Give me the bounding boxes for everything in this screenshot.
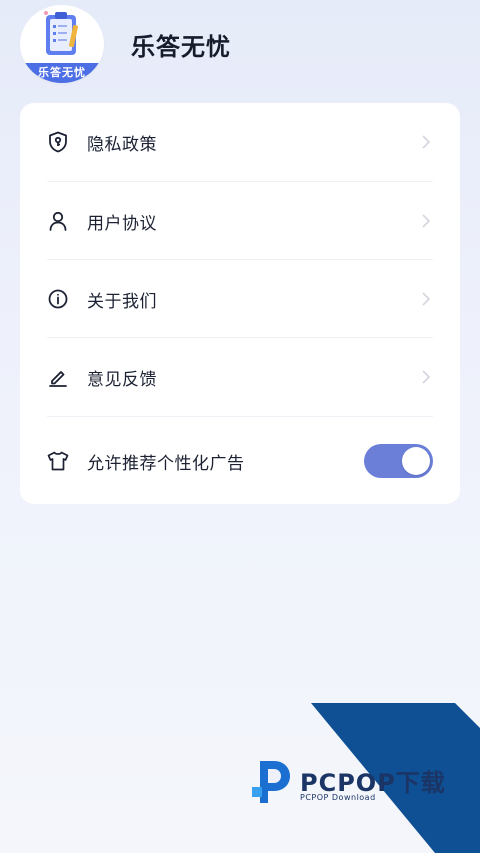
watermark: PCPOP下载 PCPOP Download: [250, 703, 480, 853]
chevron-right-icon: [419, 370, 433, 384]
menu-item-label: 关于我们: [87, 291, 157, 312]
watermark-sub: PCPOP Download: [300, 793, 376, 802]
chevron-right-icon: [419, 292, 433, 306]
menu-item-feedback[interactable]: 意见反馈: [47, 338, 433, 416]
settings-card: 隐私政策 用户协议 关于我们 意见反馈 允许推荐个性化广告: [20, 103, 460, 504]
menu-item-label: 用户协议: [87, 213, 157, 234]
shirt-icon: [47, 450, 69, 472]
menu-item-label: 意见反馈: [87, 369, 157, 390]
logo-ribbon: 乐答无忧: [20, 63, 104, 83]
personalized-ads-toggle[interactable]: [364, 444, 433, 478]
menu-item-privacy[interactable]: 隐私政策: [47, 103, 433, 181]
shield-key-icon: [47, 131, 69, 153]
info-icon: [47, 288, 69, 310]
app-logo: 乐答无忧: [20, 5, 104, 83]
menu-item-label: 隐私政策: [87, 134, 157, 155]
menu-item-user-agreement[interactable]: 用户协议: [47, 182, 433, 260]
app-title: 乐答无忧: [131, 32, 231, 61]
divider: [47, 416, 433, 417]
app-header: 乐答无忧 乐答无忧: [20, 4, 231, 84]
toggle-knob: [402, 447, 430, 475]
personalized-ads-row: 允许推荐个性化广告: [47, 419, 433, 503]
personalized-ads-label: 允许推荐个性化广告: [87, 453, 245, 474]
chevron-right-icon: [419, 135, 433, 149]
chevron-right-icon: [419, 214, 433, 228]
clipboard-icon: [44, 11, 79, 55]
user-icon: [47, 210, 69, 232]
menu-item-about-us[interactable]: 关于我们: [47, 260, 433, 338]
pcpop-logo-icon: [252, 761, 290, 803]
pencil-icon: [47, 366, 69, 388]
